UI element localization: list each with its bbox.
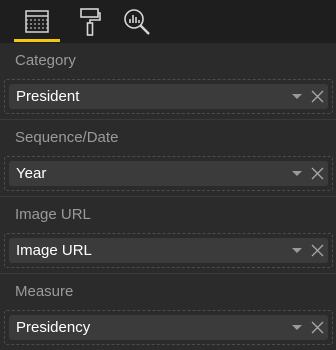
sequence-date-field-name: Year xyxy=(16,165,47,182)
category-field-name: President xyxy=(16,88,80,105)
chevron-down-icon[interactable] xyxy=(291,169,303,178)
category-field-pill[interactable]: President xyxy=(9,84,328,109)
chevron-down-icon[interactable] xyxy=(291,323,303,332)
close-icon[interactable] xyxy=(311,90,324,103)
sequence-date-field-pill[interactable]: Year xyxy=(9,161,328,186)
measure-field-name: Presidency xyxy=(16,319,91,336)
sequence-date-well[interactable]: Year xyxy=(4,156,333,191)
chevron-down-icon[interactable] xyxy=(291,92,303,101)
divider xyxy=(0,273,336,274)
category-label: Category xyxy=(15,52,76,69)
fields-pane: Category President Sequence/Date Year Im… xyxy=(0,43,336,350)
paint-roller-icon xyxy=(80,7,101,36)
measure-well[interactable]: Presidency xyxy=(4,310,333,345)
measure-label: Measure xyxy=(15,283,74,300)
close-icon[interactable] xyxy=(311,244,324,257)
image-url-field-pill[interactable]: Image URL xyxy=(9,238,328,263)
tab-fields[interactable] xyxy=(14,0,60,43)
tab-format[interactable] xyxy=(67,0,113,43)
image-url-label: Image URL xyxy=(15,206,91,223)
magnifier-chart-icon xyxy=(124,8,150,35)
sequence-date-label: Sequence/Date xyxy=(15,129,119,146)
divider xyxy=(0,119,336,120)
close-icon[interactable] xyxy=(311,167,324,180)
image-url-well[interactable]: Image URL xyxy=(4,233,333,268)
measure-field-pill[interactable]: Presidency xyxy=(9,315,328,340)
active-tab-indicator xyxy=(14,39,60,42)
tab-analytics[interactable] xyxy=(114,0,160,43)
image-url-field-name: Image URL xyxy=(16,242,92,259)
category-well[interactable]: President xyxy=(4,79,333,114)
visualizations-tab-bar xyxy=(0,0,336,43)
fields-grid-icon xyxy=(25,9,49,33)
close-icon[interactable] xyxy=(311,321,324,334)
divider xyxy=(0,196,336,197)
chevron-down-icon[interactable] xyxy=(291,246,303,255)
